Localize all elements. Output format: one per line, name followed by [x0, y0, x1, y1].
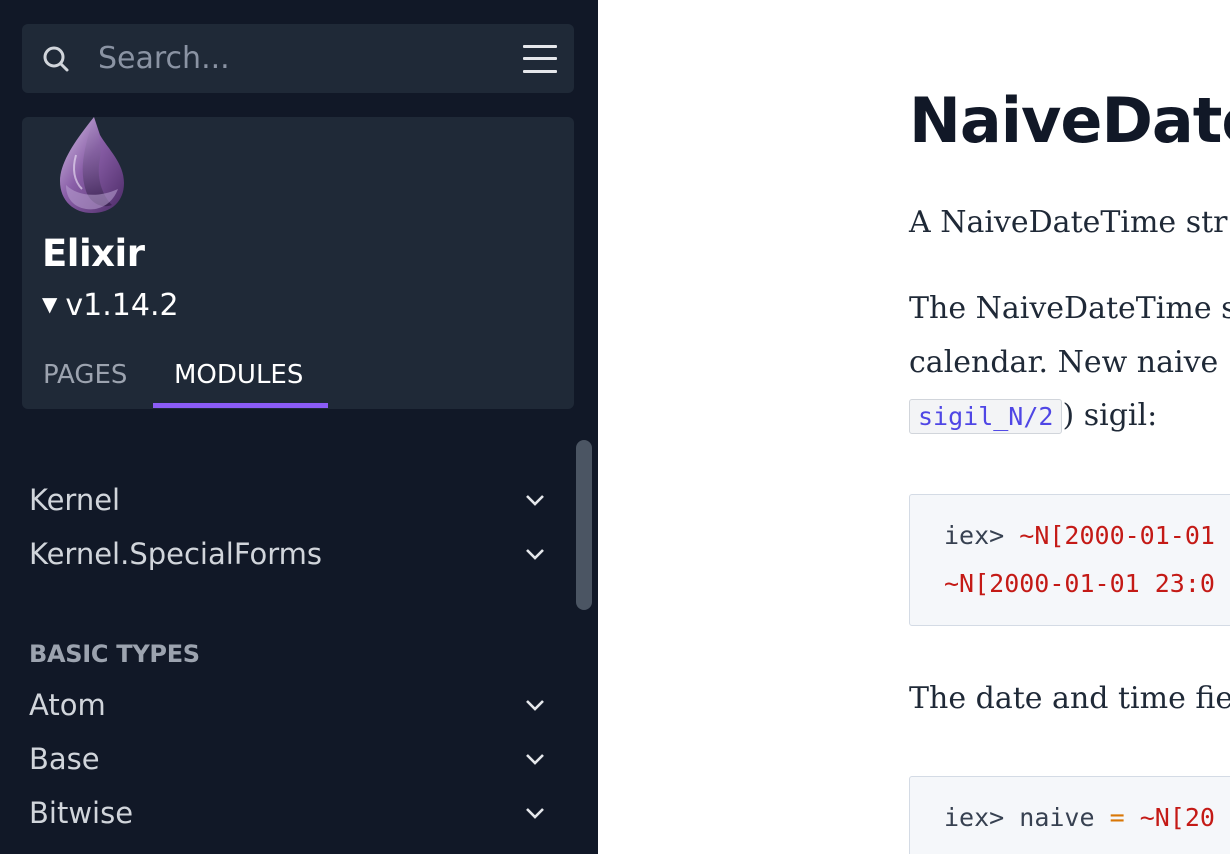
- paragraph-line: The date and time fie: [909, 681, 1230, 716]
- chevron-down-icon[interactable]: [525, 806, 545, 820]
- tab-modules[interactable]: MODULES: [174, 360, 303, 390]
- code-block: iex> naive = ~N[20: [909, 776, 1230, 854]
- code-prompt: iex>: [944, 803, 1020, 832]
- chevron-down-icon[interactable]: [525, 493, 545, 507]
- active-tab-indicator: [153, 403, 328, 408]
- paragraph-line: The NaiveDateTime s: [909, 291, 1230, 326]
- code-sigil: ~N[2000-01-01 23:0: [944, 569, 1215, 598]
- hamburger-menu-icon[interactable]: [523, 43, 559, 75]
- code-sigil: ~N[2000-01-01: [1019, 521, 1215, 550]
- sidebar-item-base[interactable]: Base: [29, 742, 559, 786]
- sidebar-item-label: Bitwise: [29, 796, 134, 830]
- sidebar-item-label: Kernel: [29, 483, 121, 517]
- chevron-down-icon[interactable]: [525, 752, 545, 766]
- version-label: v1.14.2: [65, 288, 179, 323]
- dropdown-triangle-icon: ▼: [42, 292, 58, 316]
- sidebar-item-atom[interactable]: Atom: [29, 688, 559, 732]
- paragraph-line: calendar. New naive: [909, 345, 1219, 380]
- code-line: iex> naive = ~N[20: [944, 803, 1215, 832]
- chevron-down-icon[interactable]: [525, 698, 545, 712]
- project-name: Elixir: [42, 232, 145, 275]
- code-operator: =: [1109, 803, 1125, 832]
- paragraph-text: ) sigil:: [1062, 398, 1158, 433]
- paragraph-line: sigil_N/2) sigil:: [909, 398, 1158, 434]
- intro-paragraph: A NaiveDateTime str: [909, 205, 1228, 240]
- sidebar-item-label: Atom: [29, 688, 106, 722]
- sidebar-item-label: Kernel.SpecialForms: [29, 537, 322, 571]
- tab-pages[interactable]: PAGES: [43, 360, 127, 390]
- sidebar: Elixir ▼ v1.14.2 PAGES MODULES Kernel Ker…: [0, 0, 598, 854]
- sigil-link[interactable]: sigil_N/2: [909, 399, 1063, 434]
- code-prompt: iex>: [944, 521, 1020, 550]
- code-variable: naive: [1019, 803, 1110, 832]
- search-input[interactable]: [98, 38, 498, 78]
- sidebar-item-label: Base: [29, 742, 100, 776]
- chevron-down-icon[interactable]: [525, 547, 545, 561]
- elixir-drop-logo: [60, 117, 124, 213]
- group-heading-basic-types: BASIC TYPES: [29, 640, 200, 668]
- code-line: iex> ~N[2000-01-01: [944, 521, 1215, 550]
- sidebar-item-kernel-specialforms[interactable]: Kernel.SpecialForms: [29, 537, 559, 581]
- search-icon: [43, 46, 69, 72]
- code-line: ~N[2000-01-01 23:0: [944, 569, 1215, 598]
- sidebar-item-bitwise[interactable]: Bitwise: [29, 796, 559, 840]
- code-sigil: ~N[20: [1124, 803, 1215, 832]
- version-dropdown[interactable]: ▼ v1.14.2: [42, 288, 179, 323]
- sidebar-scrollbar[interactable]: [576, 440, 592, 610]
- code-block: iex> ~N[2000-01-01 ~N[2000-01-01 23:0: [909, 494, 1230, 626]
- sidebar-item-kernel[interactable]: Kernel: [29, 483, 559, 527]
- page-title: NaiveDateT: [909, 84, 1230, 157]
- main-content: NaiveDateT A NaiveDateTime str The Naive…: [598, 0, 1230, 854]
